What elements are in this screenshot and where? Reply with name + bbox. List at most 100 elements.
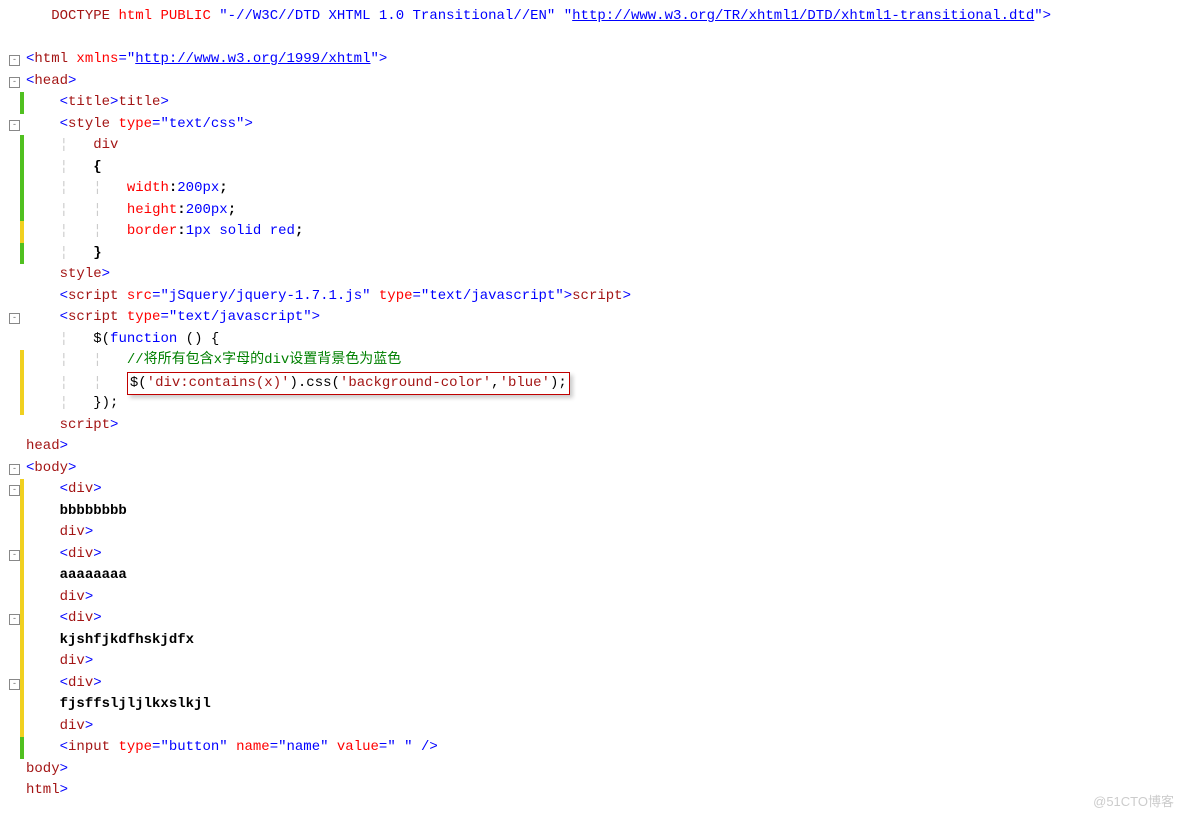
- code-line[interactable]: ¦ });: [0, 393, 1184, 415]
- code-text[interactable]: bbbbbbbb: [26, 501, 1184, 523]
- code-text[interactable]: <head>: [26, 71, 1184, 93]
- fold-collapse-icon[interactable]: -: [9, 679, 20, 690]
- code-line[interactable]: ¦ ¦ height:200px;: [0, 200, 1184, 222]
- code-text[interactable]: script>: [26, 415, 1184, 437]
- code-line[interactable]: head>: [0, 436, 1184, 458]
- code-line[interactable]: fjsffsljljlkxslkjl: [0, 694, 1184, 716]
- code-line[interactable]: ¦ ¦ $('div:contains(x)').css('background…: [0, 372, 1184, 394]
- code-text[interactable]: <title>title>: [26, 92, 1184, 114]
- change-bar: [20, 372, 24, 394]
- code-text[interactable]: ¦ ¦ border:1px solid red;: [26, 221, 1184, 243]
- url-link[interactable]: http://www.w3.org/1999/xhtml: [135, 51, 370, 67]
- code-line[interactable]: kjshfjkdfhskjdfx: [0, 630, 1184, 652]
- change-bar: [20, 565, 24, 587]
- code-line[interactable]: style>: [0, 264, 1184, 286]
- gutter: [0, 200, 20, 222]
- code-line[interactable]: script>: [0, 415, 1184, 437]
- code-line[interactable]: ¦ ¦ //将所有包含x字母的div设置背景色为蓝色: [0, 350, 1184, 372]
- code-text[interactable]: div>: [26, 716, 1184, 738]
- code-line[interactable]: DOCTYPE html PUBLIC "-//W3C//DTD XHTML 1…: [0, 6, 1184, 28]
- code-text[interactable]: ¦ }: [26, 243, 1184, 265]
- change-bar: [20, 135, 24, 157]
- code-line[interactable]: ¦ $(function () {: [0, 329, 1184, 351]
- code-text[interactable]: ¦ ¦ width:200px;: [26, 178, 1184, 200]
- code-text[interactable]: <input type="button" name="name" value="…: [26, 737, 1184, 759]
- code-line[interactable]: -<html xmlns="http://www.w3.org/1999/xht…: [0, 49, 1184, 71]
- fold-collapse-icon[interactable]: -: [9, 485, 20, 496]
- gutter: -: [0, 71, 20, 93]
- code-text[interactable]: fjsffsljljlkxslkjl: [26, 694, 1184, 716]
- code-text[interactable]: <script src="jSquery/jquery-1.7.1.js" ty…: [26, 286, 1184, 308]
- code-line[interactable]: -<body>: [0, 458, 1184, 480]
- code-text[interactable]: DOCTYPE html PUBLIC "-//W3C//DTD XHTML 1…: [26, 6, 1184, 28]
- code-text[interactable]: <script type="text/javascript">: [26, 307, 1184, 329]
- code-line[interactable]: - <style type="text/css">: [0, 114, 1184, 136]
- fold-collapse-icon[interactable]: -: [9, 55, 20, 66]
- code-line[interactable]: ¦ }: [0, 243, 1184, 265]
- code-line[interactable]: [0, 28, 1184, 50]
- change-bar: [20, 673, 24, 695]
- code-text[interactable]: div>: [26, 651, 1184, 673]
- code-line[interactable]: body>: [0, 759, 1184, 781]
- code-text[interactable]: kjshfjkdfhskjdfx: [26, 630, 1184, 652]
- code-line[interactable]: ¦ {: [0, 157, 1184, 179]
- code-line[interactable]: - <div>: [0, 479, 1184, 501]
- code-text[interactable]: div>: [26, 522, 1184, 544]
- code-line[interactable]: - <script type="text/javascript">: [0, 307, 1184, 329]
- code-text[interactable]: ¦ ¦ $('div:contains(x)').css('background…: [26, 372, 1184, 394]
- gutter: [0, 264, 20, 286]
- code-text[interactable]: html>: [26, 780, 1184, 802]
- code-line[interactable]: ¦ div: [0, 135, 1184, 157]
- code-text[interactable]: <html xmlns="http://www.w3.org/1999/xhtm…: [26, 49, 1184, 71]
- fold-collapse-icon[interactable]: -: [9, 313, 20, 324]
- code-line[interactable]: aaaaaaaa: [0, 565, 1184, 587]
- gutter: [0, 6, 20, 28]
- code-text[interactable]: [26, 28, 1184, 50]
- code-text[interactable]: body>: [26, 759, 1184, 781]
- code-line[interactable]: div>: [0, 651, 1184, 673]
- code-line[interactable]: div>: [0, 522, 1184, 544]
- code-text[interactable]: ¦ ¦ //将所有包含x字母的div设置背景色为蓝色: [26, 350, 1184, 372]
- change-bar: [20, 630, 24, 652]
- code-text[interactable]: <div>: [26, 544, 1184, 566]
- code-text[interactable]: div>: [26, 587, 1184, 609]
- code-line[interactable]: - <div>: [0, 544, 1184, 566]
- code-line[interactable]: - <div>: [0, 608, 1184, 630]
- code-line[interactable]: bbbbbbbb: [0, 501, 1184, 523]
- code-text[interactable]: ¦ {: [26, 157, 1184, 179]
- code-text[interactable]: <div>: [26, 479, 1184, 501]
- gutter: [0, 587, 20, 609]
- code-line[interactable]: ¦ ¦ border:1px solid red;: [0, 221, 1184, 243]
- url-link[interactable]: http://www.w3.org/TR/xhtml1/DTD/xhtml1-t…: [572, 8, 1034, 24]
- code-line[interactable]: <title>title>: [0, 92, 1184, 114]
- code-text[interactable]: <style type="text/css">: [26, 114, 1184, 136]
- fold-collapse-icon[interactable]: -: [9, 464, 20, 475]
- code-text[interactable]: aaaaaaaa: [26, 565, 1184, 587]
- code-line[interactable]: -<head>: [0, 71, 1184, 93]
- change-bar: [20, 286, 24, 308]
- change-bar: [20, 350, 24, 372]
- gutter: [0, 393, 20, 415]
- code-line[interactable]: - <div>: [0, 673, 1184, 695]
- code-text[interactable]: ¦ $(function () {: [26, 329, 1184, 351]
- code-line[interactable]: div>: [0, 716, 1184, 738]
- code-line[interactable]: <input type="button" name="name" value="…: [0, 737, 1184, 759]
- change-bar: [20, 522, 24, 544]
- code-text[interactable]: head>: [26, 436, 1184, 458]
- code-line[interactable]: div>: [0, 587, 1184, 609]
- code-text[interactable]: ¦ });: [26, 393, 1184, 415]
- code-line[interactable]: html>: [0, 780, 1184, 802]
- code-text[interactable]: <div>: [26, 608, 1184, 630]
- code-line[interactable]: ¦ ¦ width:200px;: [0, 178, 1184, 200]
- fold-collapse-icon[interactable]: -: [9, 550, 20, 561]
- code-editor[interactable]: DOCTYPE html PUBLIC "-//W3C//DTD XHTML 1…: [0, 0, 1184, 802]
- fold-collapse-icon[interactable]: -: [9, 120, 20, 131]
- code-text[interactable]: <div>: [26, 673, 1184, 695]
- code-text[interactable]: ¦ div: [26, 135, 1184, 157]
- fold-collapse-icon[interactable]: -: [9, 614, 20, 625]
- code-text[interactable]: style>: [26, 264, 1184, 286]
- code-text[interactable]: ¦ ¦ height:200px;: [26, 200, 1184, 222]
- code-text[interactable]: <body>: [26, 458, 1184, 480]
- code-line[interactable]: <script src="jSquery/jquery-1.7.1.js" ty…: [0, 286, 1184, 308]
- fold-collapse-icon[interactable]: -: [9, 77, 20, 88]
